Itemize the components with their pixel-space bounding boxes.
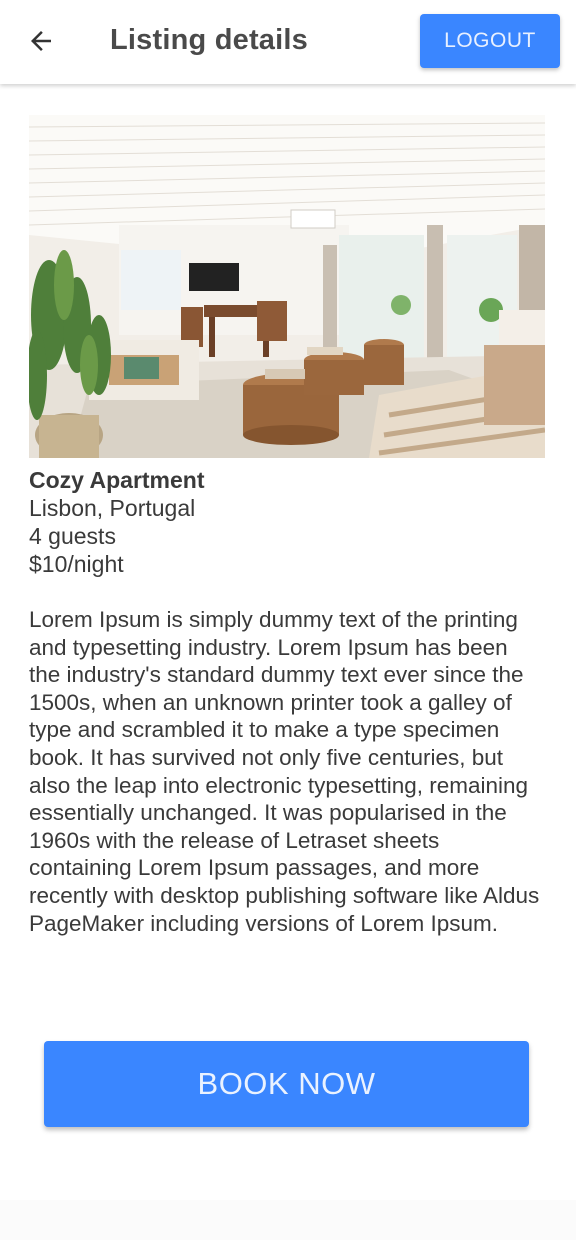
- listing-description: Lorem Ipsum is simply dummy text of the …: [29, 607, 540, 936]
- bottom-area: [0, 1200, 576, 1240]
- listing-name: Cozy Apartment: [29, 467, 205, 493]
- app-bar: Listing details LOGOUT: [0, 0, 576, 84]
- listing-info: Cozy Apartment Lisbon, Portugal 4 guests…: [29, 466, 545, 578]
- back-button[interactable]: [14, 18, 68, 64]
- listing-photo[interactable]: [29, 115, 545, 458]
- book-now-button[interactable]: BOOK NOW: [44, 1041, 529, 1127]
- listing-price: $10/night: [29, 551, 124, 577]
- room-photo: [29, 115, 545, 458]
- arrow-left-icon: [31, 31, 51, 51]
- logout-button[interactable]: LOGOUT: [420, 14, 560, 68]
- listing-guests: 4 guests: [29, 523, 116, 549]
- listing-content: Cozy Apartment Lisbon, Portugal 4 guests…: [29, 115, 545, 937]
- page-title: Listing details: [110, 24, 308, 56]
- listing-location: Lisbon, Portugal: [29, 495, 196, 521]
